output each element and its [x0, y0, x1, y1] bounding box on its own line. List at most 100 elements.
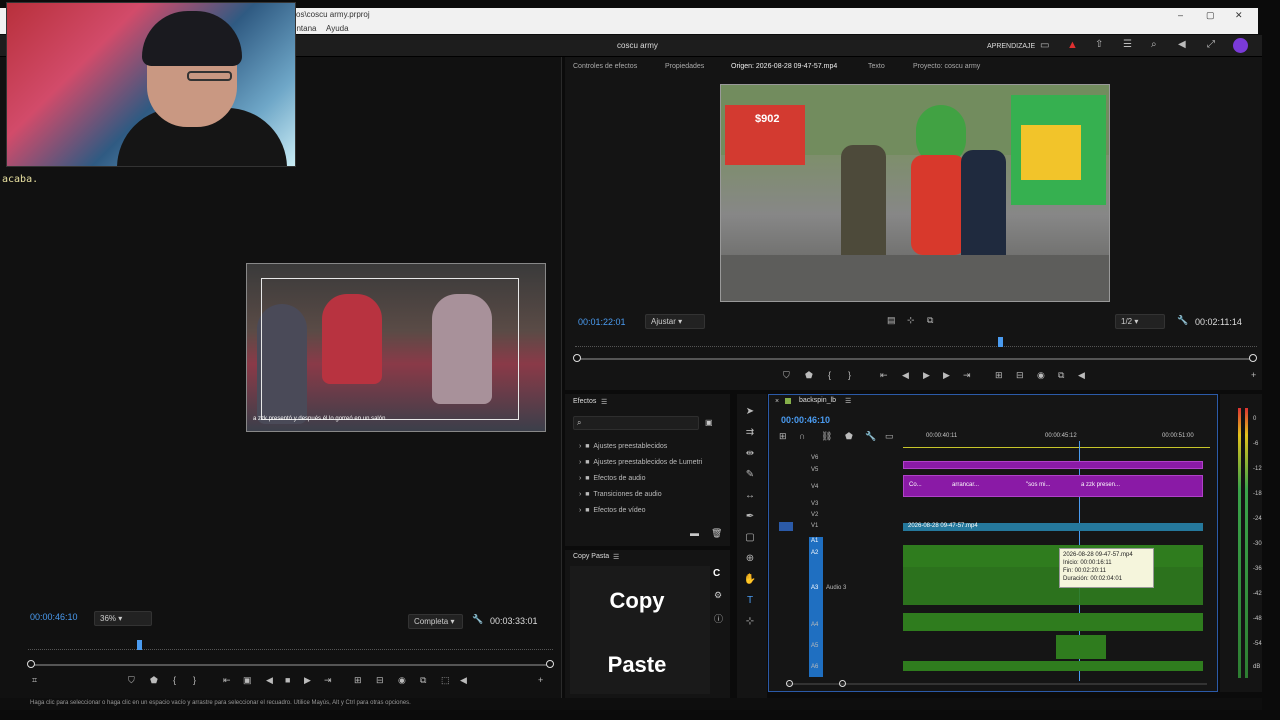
go-to-in-icon[interactable]: ⇤: [880, 370, 888, 381]
program-ruler[interactable]: [28, 640, 553, 650]
menu-item-ayuda[interactable]: Ayuda: [326, 24, 349, 33]
effects-item[interactable]: › ■ Transiciones de audio: [579, 487, 662, 503]
add-button-icon[interactable]: +: [1251, 370, 1256, 380]
zoom-dropdown[interactable]: 36% ▾: [94, 611, 152, 626]
info-icon[interactable]: ⓘ: [714, 612, 723, 625]
overwrite-icon[interactable]: ⊟: [376, 675, 384, 686]
track-label[interactable]: A3: [811, 585, 818, 591]
track-label[interactable]: V3: [811, 501, 818, 507]
marker-icon[interactable]: ⬟: [150, 675, 158, 686]
sequence-menu-icon[interactable]: ☰: [845, 397, 851, 405]
track-label[interactable]: V6: [811, 455, 818, 461]
camera-icon[interactable]: ◉: [1037, 370, 1045, 381]
nest-icon[interactable]: ⊞: [779, 431, 787, 442]
effects-menu-icon[interactable]: ☰: [601, 398, 607, 406]
step-back-icon[interactable]: ◀: [266, 675, 273, 686]
wrench-icon[interactable]: 🔧: [472, 614, 483, 625]
lift-icon[interactable]: ⛉: [128, 675, 135, 686]
effects-item[interactable]: › ■ Efectos de vídeo: [579, 503, 646, 519]
export-icon[interactable]: ⧉: [927, 315, 933, 326]
go-to-out-icon[interactable]: ⇥: [324, 675, 332, 686]
go-to-in-icon[interactable]: ⇤: [223, 675, 231, 686]
c-logo-icon[interactable]: C: [713, 568, 720, 579]
effects-search-input[interactable]: ⌕: [573, 416, 699, 430]
share-icon[interactable]: ⇧: [1095, 39, 1103, 50]
effects-item[interactable]: › ■ Efectos de audio: [579, 471, 646, 487]
timeline-scrollbar[interactable]: [787, 683, 1207, 685]
safe-margins-icon[interactable]: ▣: [243, 675, 252, 686]
trash-icon[interactable]: 🗑: [711, 528, 722, 539]
effects-item[interactable]: › ■ Ajustes preestablecidos: [579, 439, 667, 455]
sequence-name[interactable]: backspin_lb: [799, 397, 836, 404]
track-label[interactable]: A5: [811, 643, 818, 649]
maximize-button[interactable]: ▢: [1206, 10, 1215, 21]
scrub-start-handle[interactable]: [27, 660, 35, 668]
source-end-handle[interactable]: [1249, 354, 1257, 362]
avatar[interactable]: [1233, 38, 1248, 53]
audio-source-patch[interactable]: [809, 537, 823, 677]
track-label[interactable]: V5: [811, 467, 818, 473]
crop-icon[interactable]: ⌗: [32, 675, 37, 686]
overwrite-icon[interactable]: ⊟: [1016, 370, 1024, 381]
insert-icon[interactable]: ⊞: [354, 675, 362, 686]
menu-icon[interactable]: ☰: [1123, 39, 1132, 50]
track-label[interactable]: V2: [811, 512, 818, 518]
program-scrubber[interactable]: [30, 664, 552, 666]
pen-tool-icon[interactable]: ✒: [740, 511, 760, 522]
scroll-handle-left[interactable]: [786, 680, 793, 687]
source-timecode[interactable]: 00:01:22:01: [578, 317, 626, 327]
source-scrubber[interactable]: [577, 358, 1253, 360]
quality-dropdown[interactable]: Completa ▾: [408, 614, 463, 629]
paste-button[interactable]: Paste: [567, 652, 707, 678]
minimize-button[interactable]: –: [1178, 10, 1183, 20]
new-folder-icon[interactable]: ▬: [690, 528, 699, 538]
program-video-frame[interactable]: a zzk presentó y después él lo gorreó en…: [246, 263, 546, 432]
close-tab-icon[interactable]: ×: [775, 398, 779, 405]
snap-icon[interactable]: ∩: [799, 431, 805, 441]
rectangle-tool-icon[interactable]: ▢: [740, 532, 760, 543]
fullscreen-icon[interactable]: ⤢: [1207, 39, 1215, 50]
track-select-icon[interactable]: ⇉: [740, 427, 760, 438]
ripple-edit-icon[interactable]: ⇹: [740, 448, 760, 459]
v4-clip-strip[interactable]: Co... arrancar... "sos mi... a zzk prese…: [903, 475, 1203, 497]
tab-text[interactable]: Texto: [868, 63, 885, 70]
wrench-icon[interactable]: 🔧: [1177, 315, 1188, 326]
track-label[interactable]: A1: [811, 538, 818, 544]
timeline-timecode[interactable]: 00:00:46:10: [781, 415, 830, 425]
warning-icon[interactable]: ▲: [1067, 39, 1078, 51]
compare-icon[interactable]: ⧉: [420, 675, 426, 686]
track-label[interactable]: A4: [811, 622, 818, 628]
play-icon[interactable]: ▶: [304, 675, 311, 686]
tab-project[interactable]: Proyecto: coscu army: [913, 63, 980, 70]
a6-audio-clip[interactable]: [903, 661, 1203, 671]
source-playhead[interactable]: [998, 337, 1003, 347]
track-label[interactable]: A6: [811, 664, 818, 670]
search-icon[interactable]: ⌕: [1151, 39, 1157, 50]
volume-icon[interactable]: ◀: [1178, 39, 1186, 50]
export-frame-icon[interactable]: ⬚: [441, 675, 450, 686]
mark-out-icon[interactable]: }: [848, 370, 851, 380]
marker-icon[interactable]: ⬟: [805, 370, 813, 381]
camera-icon[interactable]: ◉: [398, 675, 406, 686]
program-playhead[interactable]: [137, 640, 142, 650]
zoom-tool-icon[interactable]: ⊕: [740, 553, 760, 564]
split-icon[interactable]: ⊹: [907, 315, 915, 326]
fit-dropdown[interactable]: Ajustar ▾: [645, 314, 705, 329]
v1-clip[interactable]: 2026-08-28 09-47-57.mp4: [903, 523, 1203, 531]
mark-out-icon[interactable]: }: [193, 675, 196, 685]
work-area-bar[interactable]: [903, 447, 1210, 448]
compare-icon[interactable]: ⧉: [1058, 370, 1064, 381]
volume-icon[interactable]: ◀: [460, 675, 467, 686]
close-button[interactable]: ✕: [1235, 10, 1243, 21]
caption-tool-icon[interactable]: ⊹: [740, 616, 760, 627]
a5-audio-clip[interactable]: [1056, 635, 1106, 659]
program-timecode[interactable]: 00:00:46:10: [30, 612, 78, 622]
a3-audio-clip[interactable]: [903, 567, 1203, 605]
captions-icon[interactable]: ▭: [885, 431, 894, 442]
gear-icon[interactable]: ⚙: [714, 590, 722, 601]
insert-icon[interactable]: ⊞: [995, 370, 1003, 381]
linked-icon[interactable]: ⛓: [821, 431, 832, 442]
source-start-handle[interactable]: [573, 354, 581, 362]
track-label[interactable]: V1: [811, 523, 818, 529]
v5-clip-strip[interactable]: [903, 461, 1203, 469]
